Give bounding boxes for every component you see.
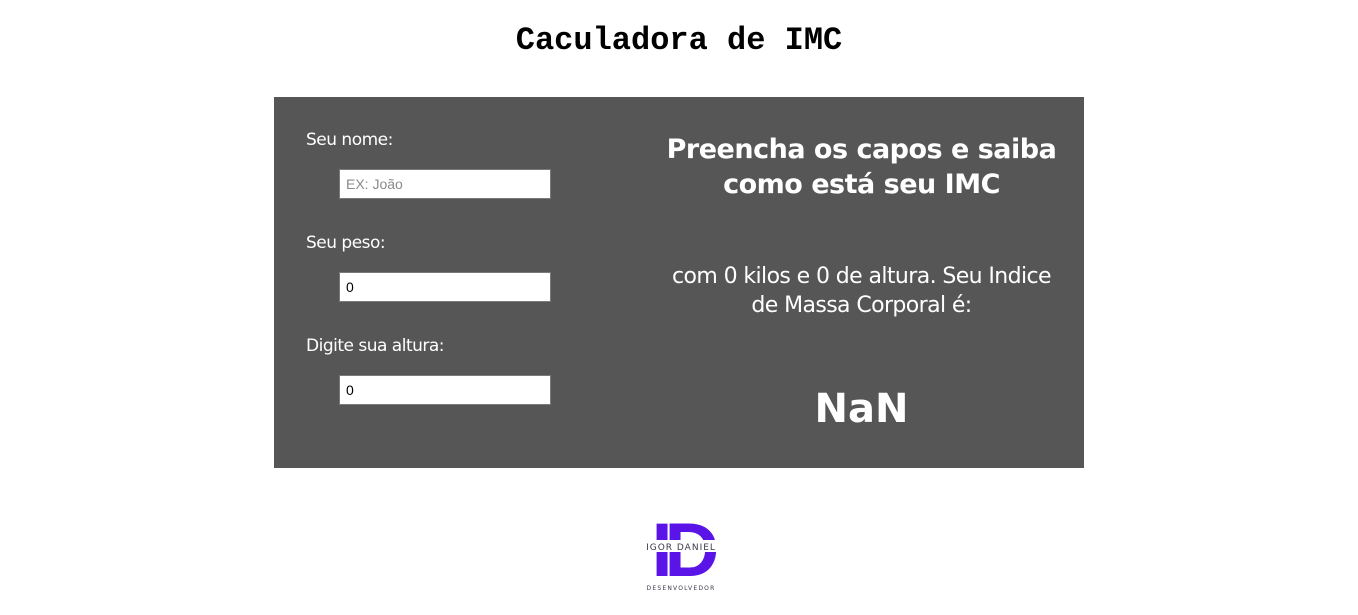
logo-subtitle: DESENVOLVEDOR — [647, 585, 716, 592]
weight-input[interactable] — [339, 272, 551, 302]
result-description: com 0 kilos e 0 de altura. Seu Indice de… — [672, 264, 1052, 318]
result-heading: Preencha os capos e saiba como está seu … — [666, 134, 1057, 200]
name-input[interactable] — [339, 169, 551, 199]
page: Caculadora de IMC Seu nome: Seu peso: Di… — [0, 0, 1358, 615]
logo-name: IGOR DANIEL — [646, 543, 716, 553]
weight-label: Seu peso: — [306, 233, 386, 253]
igor-daniel-logo: I D IGOR DANIEL DESENVOLVEDOR — [639, 508, 724, 593]
imc-value: NaN — [814, 386, 909, 432]
imc-panel: Seu nome: Seu peso: Digite sua altura: P… — [274, 97, 1084, 468]
name-label: Seu nome: — [306, 130, 393, 150]
height-input[interactable] — [339, 375, 551, 405]
page-title: Caculadora de IMC — [515, 22, 843, 59]
height-label: Digite sua altura: — [306, 336, 445, 356]
